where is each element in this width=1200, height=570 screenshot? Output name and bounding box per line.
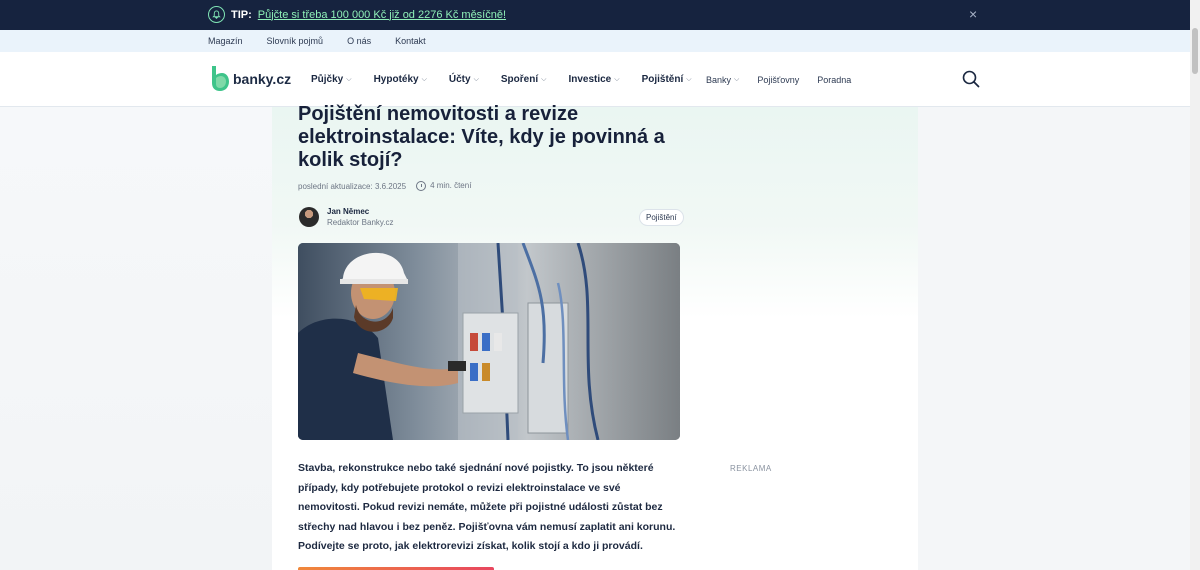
nav-label: Banky [706, 75, 732, 85]
nav-banky[interactable]: Banky ⌵ [706, 75, 739, 85]
hero-image [298, 243, 680, 440]
utility-nav: Banky ⌵ Pojišťovny Poradna [706, 75, 851, 85]
category-tag[interactable]: Pojištění [639, 209, 684, 226]
link-magazin[interactable]: Magazín [208, 36, 243, 46]
nav-label: Investice [568, 74, 612, 85]
nav-sporeni[interactable]: Spoření ⌵ [501, 74, 547, 85]
ad-label: REKLAMA [730, 464, 772, 473]
nav-hypoteky[interactable]: Hypotéky ⌵ [374, 74, 427, 85]
clock-icon [416, 181, 427, 191]
nav-label: Hypotéky [373, 74, 419, 85]
chevron-down-icon: ⌵ [686, 75, 692, 83]
main-nav: Půjčky ⌵ Hypotéky ⌵ Účty ⌵ Spoření ⌵ Investi… [311, 74, 692, 85]
logo-text: banky.cz [233, 71, 292, 87]
main-header: banky.cz Půjčky ⌵ Hypotéky ⌵ Účty ⌵ Spoření… [0, 52, 1190, 107]
nav-label: Půjčky [311, 74, 344, 85]
page-scrollbar[interactable] [1190, 0, 1200, 570]
author-info: Jan Němec Redaktor Banky.cz [327, 207, 394, 227]
chevron-down-icon: ⌵ [473, 75, 479, 83]
scrollbar-thumb[interactable] [1192, 28, 1198, 74]
nav-pojisteni[interactable]: Pojištění ⌵ [642, 74, 692, 85]
chevron-down-icon: ⌵ [541, 75, 547, 83]
chevron-down-icon: ⌵ [421, 75, 427, 83]
nav-ucty[interactable]: Účty ⌵ [449, 74, 479, 85]
nav-label: Pojištění [641, 74, 684, 85]
nav-poradna[interactable]: Poradna [817, 75, 851, 85]
last-updated: poslední aktualizace: 3.6.2025 [298, 181, 407, 191]
electrician-illustration [298, 243, 680, 440]
read-time: 4 min. čtení [416, 181, 471, 191]
author-name: Jan Němec [327, 207, 370, 216]
search-icon[interactable] [962, 70, 980, 88]
author-block[interactable]: Jan Němec Redaktor Banky.cz [299, 207, 394, 227]
tip-banner: TIP: Půjčte si třeba 100 000 Kč již od 2… [0, 0, 1190, 30]
avatar [299, 207, 319, 227]
link-slovnik-pojmu[interactable]: Slovník pojmů [267, 36, 324, 46]
nav-pujcky[interactable]: Půjčky ⌵ [311, 74, 352, 85]
logo-icon [210, 66, 229, 92]
site-logo[interactable]: banky.cz [210, 66, 291, 92]
article-meta: poslední aktualizace: 3.6.2025 4 min. čt… [298, 181, 471, 191]
nav-label: Spoření [500, 74, 539, 85]
author-role: Redaktor Banky.cz [327, 218, 394, 227]
link-o-nas[interactable]: O nás [347, 36, 371, 46]
chevron-down-icon: ⌵ [614, 75, 620, 83]
article-intro: Stavba, rekonstrukce nebo také sjednání … [298, 462, 676, 552]
article-title: Pojištění nemovitosti a revize elektroin… [298, 103, 665, 171]
read-time-label: 4 min. čtení [430, 181, 472, 191]
nav-pojistovny[interactable]: Pojišťovny [757, 75, 799, 85]
secondary-nav-bar: Magazín Slovník pojmů O nás Kontakt [0, 30, 1190, 52]
tip-loan-link[interactable]: Půjčte si třeba 100 000 Kč již od 2276 K… [258, 9, 506, 21]
nav-investice[interactable]: Investice ⌵ [568, 74, 619, 85]
chevron-down-icon: ⌵ [346, 75, 352, 83]
page-background [0, 107, 272, 570]
nav-label: Účty [448, 74, 471, 85]
bell-icon [208, 6, 225, 23]
tip-label: TIP: [231, 8, 252, 21]
close-icon[interactable]: × [969, 6, 977, 22]
link-kontakt[interactable]: Kontakt [395, 36, 426, 46]
tip-content: TIP: Půjčte si třeba 100 000 Kč již od 2… [208, 6, 506, 23]
chevron-down-icon: ⌵ [734, 76, 740, 83]
secondary-nav: Magazín Slovník pojmů O nás Kontakt [208, 36, 426, 46]
